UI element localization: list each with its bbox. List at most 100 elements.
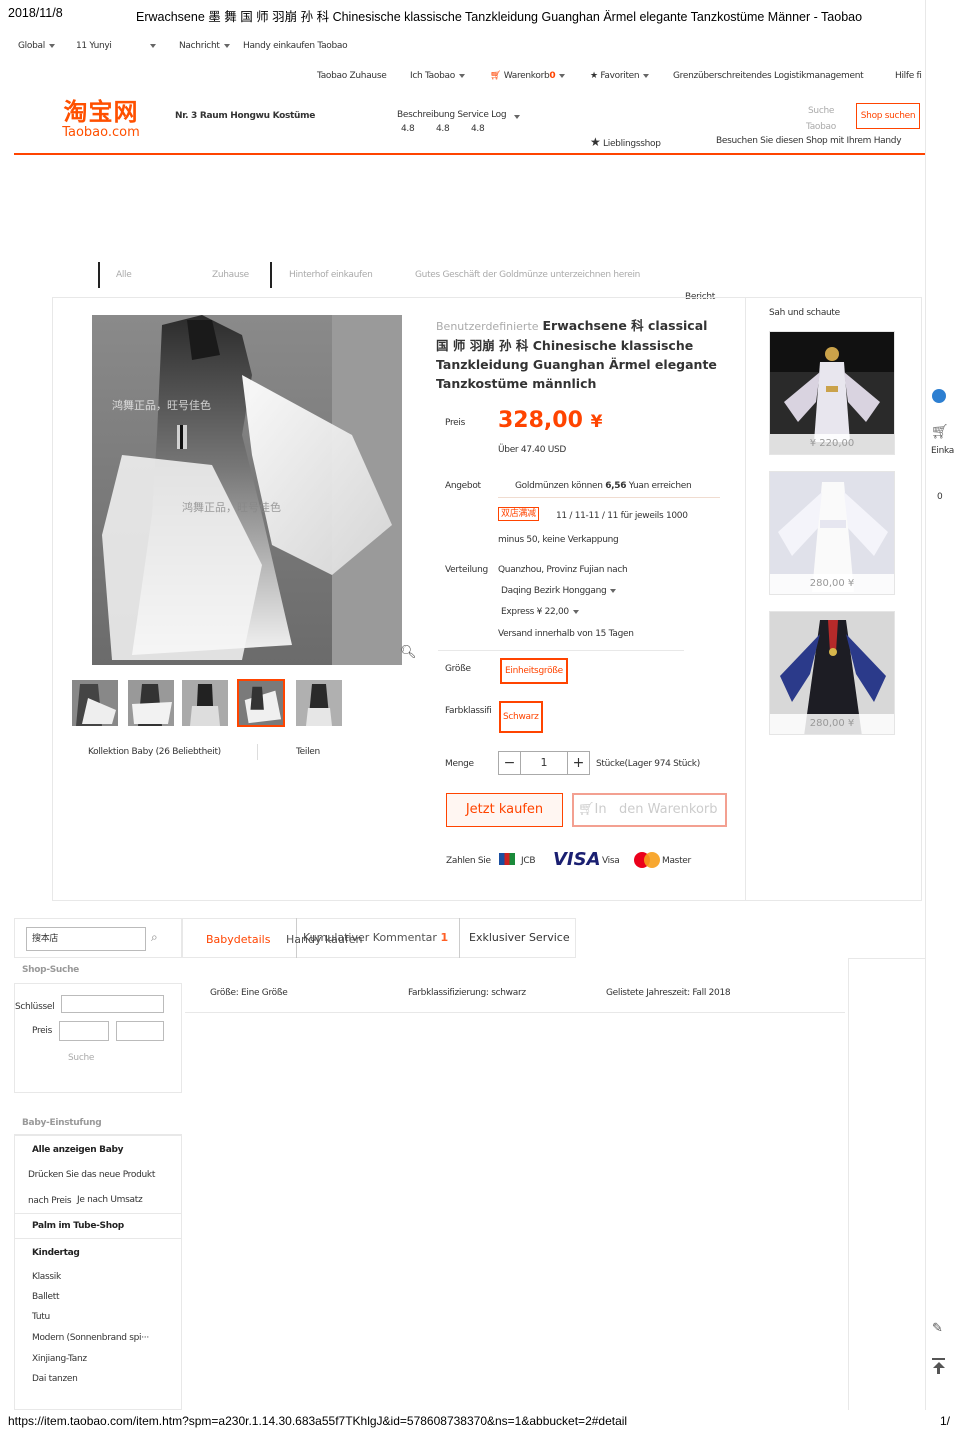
goldcoin-offer: Goldmünzen können 6,56 Yuan erreichen	[515, 481, 692, 491]
help-bubble-icon[interactable]	[932, 389, 946, 403]
zoom-icon[interactable]: 🔍︎	[400, 645, 417, 660]
category-palm-shop[interactable]: Palm im Tube-Shop	[32, 1221, 124, 1231]
search-icon[interactable]: ⌕	[151, 930, 158, 945]
category-modern[interactable]: Modern (Sonnenbrand spi···	[32, 1333, 149, 1343]
shopnav-all[interactable]: Alle	[116, 270, 132, 280]
main-product-image[interactable]: 鸿舞正品，旺号佳色 鸿舞正品，旺号佳色	[92, 315, 402, 665]
category-title: Baby-Einstufung	[22, 1118, 102, 1128]
user-menu-toggle[interactable]	[146, 41, 156, 51]
visa-label: Visa	[602, 856, 620, 866]
qty-minus-button[interactable]: −	[499, 752, 521, 774]
price-filter-label: Preis	[32, 1026, 52, 1036]
review-count: 1	[440, 931, 449, 944]
chevron-down-icon	[643, 73, 650, 78]
rating-description: 4.8	[401, 124, 415, 134]
shop-search-input[interactable]: 搜本店	[26, 927, 146, 951]
qty-plus-button[interactable]: +	[567, 752, 589, 774]
sort-by-price[interactable]: nach Preis	[28, 1196, 72, 1206]
cart-icon[interactable]: 🛒︎	[931, 424, 949, 440]
search-label-taobao[interactable]: Taobao	[806, 122, 836, 132]
pay-label: Zahlen Sie	[446, 856, 491, 866]
buy-now-button[interactable]: Jetzt kaufen	[446, 793, 563, 827]
seen-item-2[interactable]: 280,00 ¥	[769, 471, 895, 595]
distribution-destination[interactable]: Daqing Bezirk Honggang	[501, 586, 617, 596]
user-name[interactable]: 11 Yunyi	[76, 41, 112, 51]
category-kids[interactable]: Kindertag	[32, 1248, 80, 1258]
shop-search-button[interactable]: Shop suchen	[856, 103, 920, 129]
tab-service[interactable]: Exklusiver Service	[469, 931, 570, 944]
logo-cn: 淘宝网	[63, 98, 139, 126]
shop-name[interactable]: Nr. 3 Raum Hongwu Kostüme	[175, 111, 315, 121]
fav-shop-button[interactable]: ★ Lieblingsshop	[590, 135, 661, 149]
floating-cart-label[interactable]: Einka	[931, 446, 956, 456]
category-classic[interactable]: Klassik	[32, 1272, 61, 1282]
nav-my-taobao[interactable]: Ich Taobao	[410, 71, 465, 81]
chevron-down-icon	[514, 114, 520, 119]
promo-tag: 双店满减	[498, 507, 539, 521]
thumbnail-3[interactable]	[182, 680, 228, 726]
share-link[interactable]: Teilen	[296, 747, 320, 757]
add-to-cart-button[interactable]: 🛒︎In den Warenkorb	[572, 793, 727, 827]
shopnav-goldcoin[interactable]: Gutes Geschäft der Goldmünze unterzeichn…	[415, 270, 640, 280]
sort-by-sales[interactable]: Je nach Umsatz	[77, 1195, 143, 1205]
thumbnail-2[interactable]	[128, 680, 174, 726]
category-xinjiang[interactable]: Xinjiang-Tanz	[32, 1354, 87, 1364]
mobile-visit-link[interactable]: Besuchen Sie diesen Shop mit Ihrem Handy	[716, 136, 902, 146]
thumbnail-5[interactable]	[296, 680, 342, 726]
category-dai[interactable]: Dai tanzen	[32, 1374, 78, 1384]
rating-service: 4.8	[436, 124, 450, 134]
mobile-taobao-link[interactable]: Handy einkaufen Taobao	[243, 41, 348, 51]
search-submit-button[interactable]: Suche	[68, 1053, 94, 1063]
taobao-logo[interactable]: 淘宝网 Taobao.com	[52, 98, 150, 140]
nav-logistics[interactable]: Grenzüberschreitendes Logistikmanagement	[673, 71, 864, 81]
price-label: Preis	[445, 418, 465, 428]
thumbnail-1[interactable]	[72, 680, 118, 726]
price-min-input[interactable]	[59, 1021, 109, 1041]
thumbnail-4-selected[interactable]	[237, 679, 285, 727]
collection-link[interactable]: Kollektion Baby (26 Beliebtheit)	[88, 747, 221, 757]
stock-info: Stücke(Lager 974 Stück)	[596, 759, 700, 769]
title-prefix: Benutzerdefinierte	[436, 320, 539, 333]
region-selector[interactable]: Global	[18, 41, 55, 51]
nav-cart[interactable]: 🛒︎ Warenkorb0	[490, 71, 566, 81]
show-all-products[interactable]: Alle anzeigen Baby	[32, 1145, 124, 1155]
price-value: 328,00 ¥	[498, 408, 602, 433]
sort-new[interactable]: Drücken Sie das neue Produkt	[28, 1170, 155, 1180]
title-line-4: Tanzkostüme männlich	[436, 376, 597, 391]
keyword-label: Schlüssel	[15, 1002, 55, 1012]
search-label: Suche	[808, 106, 835, 116]
size-option-one-size[interactable]: Einheitsgröße	[500, 658, 568, 684]
price-max-input[interactable]	[116, 1021, 164, 1041]
attr-color: Farbklassifizierung: schwarz	[408, 988, 526, 998]
logo-en: Taobao.com	[62, 125, 140, 140]
color-label: Farbklassifi	[445, 706, 492, 716]
ratings-dropdown[interactable]	[510, 112, 520, 122]
nav-help[interactable]: Hilfe fi	[895, 71, 925, 81]
shipping-cost[interactable]: Express ¥ 22,00	[501, 607, 579, 617]
category-ballet[interactable]: Ballett	[32, 1292, 59, 1302]
promo-line-2: minus 50, keine Verkappung	[498, 535, 619, 545]
qty-input[interactable]: 1	[521, 752, 567, 774]
nav-favorites[interactable]: ★ Favoriten	[590, 71, 650, 81]
category-tutu[interactable]: Tutu	[32, 1312, 50, 1322]
category-divider-2	[14, 1238, 182, 1239]
chevron-down-icon	[150, 43, 156, 48]
shopnav-backyard[interactable]: Hinterhof einkaufen	[289, 270, 373, 280]
seen-item-3[interactable]: 280,00 ¥	[769, 611, 895, 735]
tab-details[interactable]: Babydetails	[206, 933, 270, 946]
nav-home-link[interactable]: Taobao Zuhause	[317, 71, 387, 81]
color-option-black[interactable]: Schwarz	[499, 701, 543, 733]
print-page-title: Erwachsene 墨 舞 国 师 羽崩 孙 科 Chinesische kl…	[136, 10, 863, 24]
seen-item-3-price: 280,00 ¥	[770, 714, 894, 734]
shop-ratings-labels: Beschreibung Service Logistik	[397, 110, 507, 120]
distribution-divider	[438, 650, 684, 651]
shopnav-home[interactable]: Zuhause	[212, 270, 249, 280]
category-divider-1	[14, 1213, 182, 1214]
back-to-top-icon[interactable]	[932, 1358, 945, 1374]
edit-icon[interactable]: ✎	[932, 1321, 943, 1336]
floating-cart-count: 0	[937, 492, 943, 502]
tab-reviews-label[interactable]: Kumulativer Kommentar 1	[303, 931, 448, 944]
keyword-input[interactable]	[61, 995, 164, 1013]
messages-link[interactable]: Nachricht	[179, 41, 230, 51]
seen-item-1[interactable]: ¥ 220,00	[769, 331, 895, 455]
